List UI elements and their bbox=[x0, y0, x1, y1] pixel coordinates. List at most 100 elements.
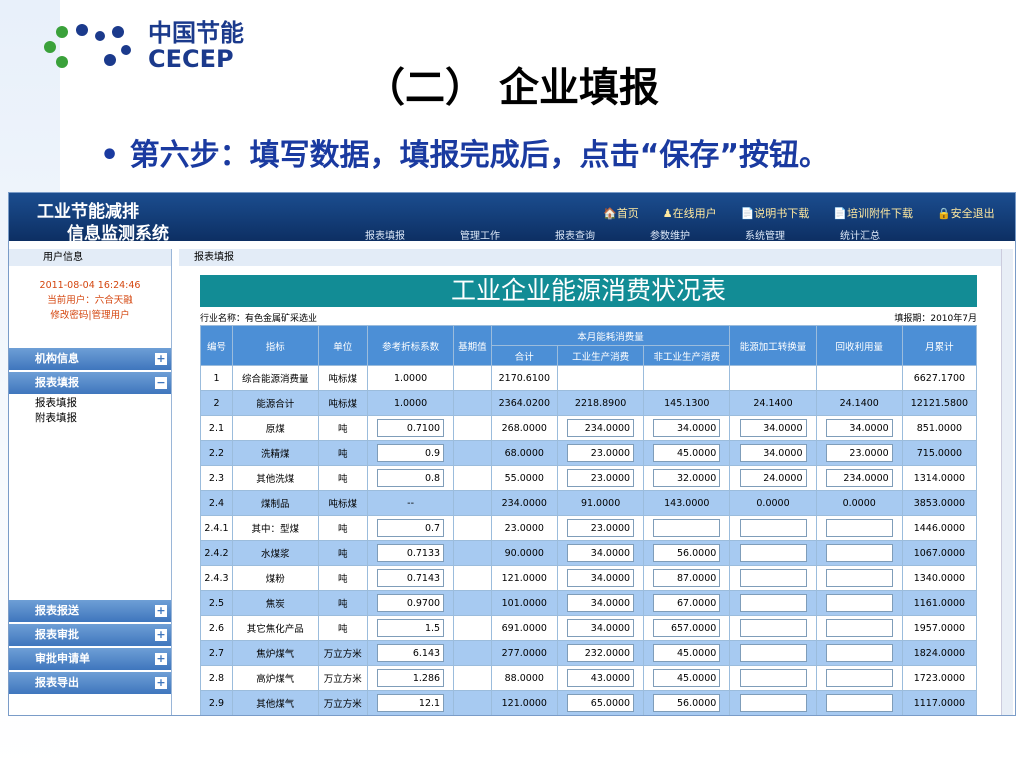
cell: 2.2 bbox=[200, 440, 233, 466]
col-header-0: 编号 bbox=[200, 325, 233, 366]
value-input[interactable] bbox=[739, 569, 807, 587]
value-input[interactable] bbox=[377, 544, 445, 562]
content-area: 报表填报 工业企业能源消费状况表 行业名称：有色金属矿采选业 填报期：2010年7… bbox=[179, 249, 1005, 715]
value-input[interactable] bbox=[739, 644, 807, 662]
submenu-item-0[interactable]: 报表填报 bbox=[9, 396, 171, 411]
value-input[interactable] bbox=[825, 469, 893, 487]
value-input[interactable] bbox=[377, 669, 445, 687]
expand-icon[interactable]: + bbox=[155, 629, 167, 641]
value-input[interactable] bbox=[825, 669, 893, 687]
value-input[interactable] bbox=[377, 469, 445, 487]
value-input[interactable] bbox=[825, 519, 893, 537]
value-input[interactable] bbox=[739, 419, 807, 437]
cell: 焦炭 bbox=[231, 590, 319, 616]
value-input[interactable] bbox=[739, 594, 807, 612]
value-input[interactable] bbox=[825, 444, 893, 462]
value-input[interactable] bbox=[653, 519, 721, 537]
value-input[interactable] bbox=[653, 569, 721, 587]
top-link-3[interactable]: 📄培训附件下载 bbox=[833, 205, 913, 221]
scrollbar[interactable] bbox=[1001, 249, 1013, 715]
report-title: 工业企业能源消费状况表 bbox=[200, 275, 977, 307]
value-input[interactable] bbox=[825, 544, 893, 562]
value-input[interactable] bbox=[377, 644, 445, 662]
value-input[interactable] bbox=[739, 669, 807, 687]
value-input[interactable] bbox=[825, 569, 893, 587]
cell bbox=[729, 515, 817, 541]
value-input[interactable] bbox=[653, 669, 721, 687]
top-link-1[interactable]: ♟在线用户 bbox=[663, 205, 717, 221]
value-input[interactable] bbox=[377, 444, 445, 462]
nav-tab-0[interactable]: 报表填报 bbox=[365, 227, 460, 242]
value-input[interactable] bbox=[739, 444, 807, 462]
value-input[interactable] bbox=[567, 594, 635, 612]
expand-icon[interactable]: + bbox=[155, 605, 167, 617]
value-input[interactable] bbox=[739, 694, 807, 712]
value-input[interactable] bbox=[377, 594, 445, 612]
value-input[interactable] bbox=[653, 544, 721, 562]
value-input[interactable] bbox=[567, 444, 635, 462]
value-input[interactable] bbox=[567, 419, 635, 437]
value-input[interactable] bbox=[653, 594, 721, 612]
submenu: 报表填报 附表填报 bbox=[9, 396, 171, 600]
top-link-0[interactable]: 🏠首页 bbox=[603, 205, 639, 221]
menu-bottom_menus-1[interactable]: 报表审批 + bbox=[9, 624, 171, 646]
col-header-8: 月累计 bbox=[901, 325, 978, 366]
value-input[interactable] bbox=[825, 694, 893, 712]
cell bbox=[366, 515, 455, 541]
cell: 91.0000 bbox=[556, 490, 645, 516]
menu-bottom_menus-3[interactable]: 报表导出 + bbox=[9, 672, 171, 694]
value-input[interactable] bbox=[825, 644, 893, 662]
expand-icon[interactable]: − bbox=[155, 377, 167, 389]
nav-tab-5[interactable]: 统计汇总 bbox=[840, 227, 935, 242]
cell: 0.0000 bbox=[815, 490, 903, 516]
nav-tab-2[interactable]: 报表查询 bbox=[555, 227, 650, 242]
value-input[interactable] bbox=[567, 569, 635, 587]
value-input[interactable] bbox=[377, 419, 445, 437]
value-input[interactable] bbox=[653, 619, 721, 637]
account-links[interactable]: 修改密码|管理用户 bbox=[9, 308, 171, 323]
table-row: 2.2洗精煤吨 68.0000 715.0000 bbox=[200, 440, 978, 466]
value-input[interactable] bbox=[377, 569, 445, 587]
value-input[interactable] bbox=[567, 644, 635, 662]
nav-tab-1[interactable]: 管理工作 bbox=[460, 227, 555, 242]
cell: 2.7 bbox=[200, 640, 233, 666]
nav-tab-4[interactable]: 系统管理 bbox=[745, 227, 840, 242]
value-input[interactable] bbox=[739, 544, 807, 562]
menu-bottom_menus-0[interactable]: 报表报送 + bbox=[9, 600, 171, 622]
value-input[interactable] bbox=[653, 419, 721, 437]
value-input[interactable] bbox=[739, 519, 807, 537]
value-input[interactable] bbox=[567, 669, 635, 687]
cell: 1314.0000 bbox=[901, 465, 978, 491]
value-input[interactable] bbox=[825, 419, 893, 437]
value-input[interactable] bbox=[653, 694, 721, 712]
value-input[interactable] bbox=[567, 694, 635, 712]
top-link-2[interactable]: 📄说明书下载 bbox=[741, 205, 810, 221]
top-link-4[interactable]: 🔒安全退出 bbox=[937, 205, 995, 221]
value-input[interactable] bbox=[653, 644, 721, 662]
value-input[interactable] bbox=[567, 519, 635, 537]
cell: 能源合计 bbox=[231, 390, 319, 416]
menu-top_menus-0[interactable]: 机构信息 + bbox=[9, 348, 171, 370]
value-input[interactable] bbox=[377, 619, 445, 637]
cell: 90.0000 bbox=[490, 540, 559, 566]
menu-top_menus-1[interactable]: 报表填报 − bbox=[9, 372, 171, 394]
submenu-item-1[interactable]: 附表填报 bbox=[9, 411, 171, 426]
menu-bottom_menus-2[interactable]: 审批申请单 + bbox=[9, 648, 171, 670]
value-input[interactable] bbox=[377, 694, 445, 712]
nav-tab-3[interactable]: 参数维护 bbox=[650, 227, 745, 242]
expand-icon[interactable]: + bbox=[155, 677, 167, 689]
value-input[interactable] bbox=[825, 594, 893, 612]
expand-icon[interactable]: + bbox=[155, 653, 167, 665]
value-input[interactable] bbox=[739, 619, 807, 637]
cell: 吨 bbox=[317, 465, 368, 491]
value-input[interactable] bbox=[653, 444, 721, 462]
value-input[interactable] bbox=[567, 619, 635, 637]
expand-icon[interactable]: + bbox=[155, 353, 167, 365]
value-input[interactable] bbox=[739, 469, 807, 487]
cell bbox=[366, 665, 455, 691]
value-input[interactable] bbox=[653, 469, 721, 487]
value-input[interactable] bbox=[567, 544, 635, 562]
value-input[interactable] bbox=[825, 619, 893, 637]
value-input[interactable] bbox=[567, 469, 635, 487]
value-input[interactable] bbox=[377, 519, 445, 537]
